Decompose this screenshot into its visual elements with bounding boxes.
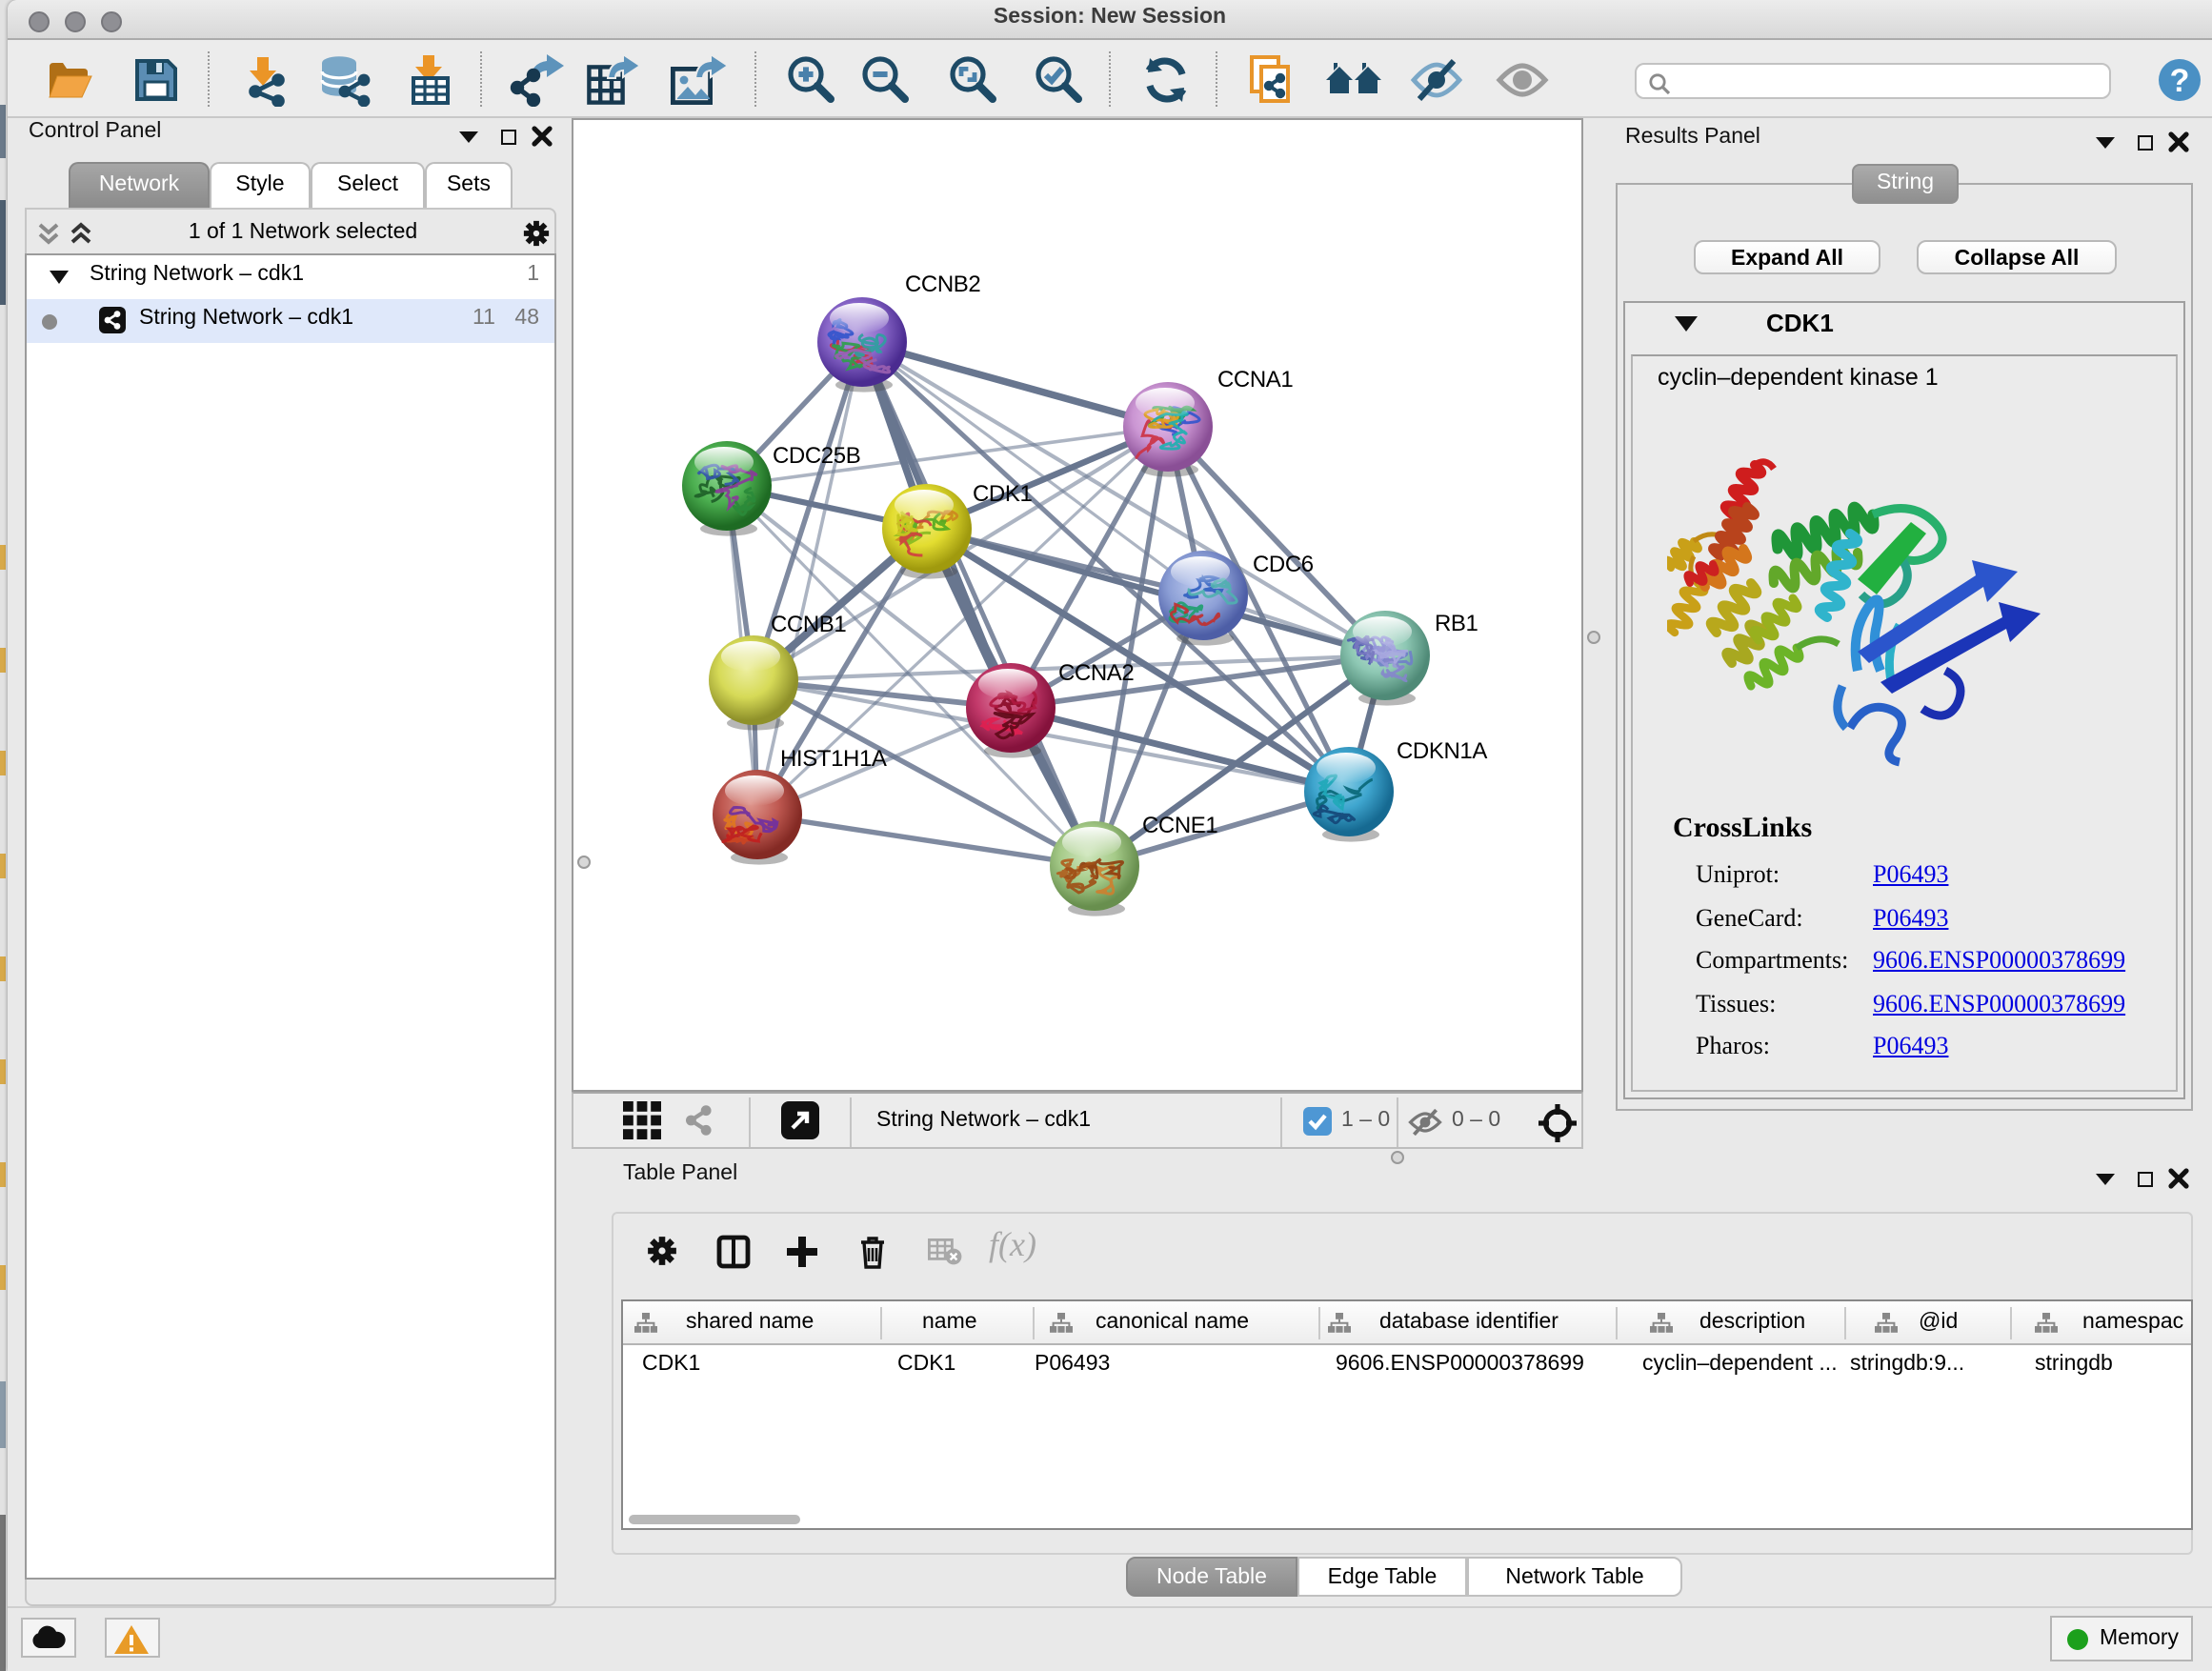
svg-text:CCNA1: CCNA1 [1217, 367, 1293, 393]
svg-text:CDKN1A: CDKN1A [1397, 738, 1487, 764]
svg-text:?: ? [2170, 63, 2190, 99]
svg-text:CCNB1: CCNB1 [771, 612, 846, 637]
svg-text:RB1: RB1 [1435, 611, 1478, 636]
svg-text:CCNE1: CCNE1 [1142, 813, 1217, 838]
svg-text:CDK1: CDK1 [973, 481, 1032, 507]
svg-text:CDC25B: CDC25B [773, 443, 860, 469]
svg-text:CDC6: CDC6 [1253, 552, 1314, 577]
svg-text:CCNB2: CCNB2 [905, 272, 980, 297]
svg-text:CCNA2: CCNA2 [1058, 660, 1134, 686]
svg-text:HIST1H1A: HIST1H1A [780, 746, 887, 772]
